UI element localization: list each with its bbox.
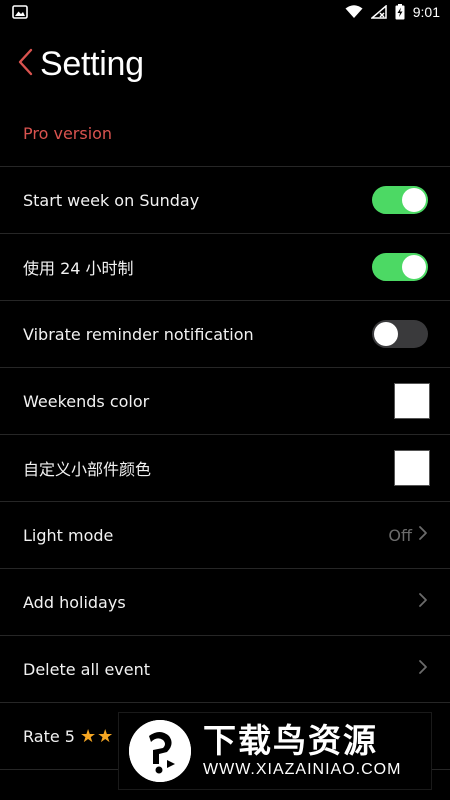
back-button[interactable]: [10, 40, 40, 88]
toggle-knob: [374, 322, 398, 346]
rate-text: Rate 5: [23, 726, 75, 746]
vibrate-label: Vibrate reminder notification: [23, 324, 254, 344]
chevron-right-icon: [418, 592, 428, 612]
watermark-cn: 下载鸟资源: [203, 721, 378, 760]
widget-color-row[interactable]: 自定义小部件颜色: [0, 435, 450, 502]
hour24-toggle[interactable]: [372, 253, 428, 281]
weekends-color-label: Weekends color: [23, 391, 150, 411]
add-holidays-label: Add holidays: [23, 592, 126, 612]
light-mode-row[interactable]: Light mode Off: [0, 502, 450, 569]
page-title: Setting: [40, 44, 144, 83]
hour24-label: 使用 24 小时制: [23, 259, 134, 278]
header: Setting: [0, 40, 144, 88]
settings-list: Pro version Start week on Sunday 使用 24 小…: [0, 100, 450, 770]
add-holidays-row[interactable]: Add holidays: [0, 569, 450, 636]
light-mode-value: Off: [388, 525, 412, 545]
bird-logo-icon: [129, 720, 191, 782]
start-week-toggle[interactable]: [372, 186, 428, 214]
pro-version-row[interactable]: Pro version: [0, 100, 450, 167]
chevron-right-icon: [418, 659, 428, 679]
widget-color-swatch[interactable]: [394, 450, 430, 486]
watermark-url: WWW.XIAZAINIAO.COM: [203, 761, 402, 778]
light-mode-label: Light mode: [23, 525, 114, 545]
no-signal-icon: [370, 5, 387, 19]
status-time: 9:01: [412, 4, 440, 20]
hour24-row: 使用 24 小时制: [0, 234, 450, 301]
pro-version-label: Pro version: [23, 123, 113, 143]
watermark-text: 下载鸟资源 WWW.XIAZAINIAO.COM: [203, 722, 401, 780]
delete-all-event-label: Delete all event: [23, 659, 151, 679]
weekends-color-swatch[interactable]: [394, 383, 430, 419]
vibrate-row: Vibrate reminder notification: [0, 301, 450, 368]
chevron-left-icon: [17, 48, 33, 80]
start-week-label: Start week on Sunday: [23, 190, 200, 210]
toggle-knob: [402, 255, 426, 279]
watermark-overlay: 下载鸟资源 WWW.XIAZAINIAO.COM: [118, 712, 432, 790]
status-bar: 9:01: [0, 0, 450, 24]
image-notification-icon: [12, 5, 28, 19]
delete-all-event-row[interactable]: Delete all event: [0, 636, 450, 703]
widget-color-label: 自定义小部件颜色: [23, 460, 152, 479]
star-icon: ★★: [80, 725, 115, 747]
start-week-row: Start week on Sunday: [0, 167, 450, 234]
vibrate-toggle[interactable]: [372, 320, 428, 348]
wifi-icon: [345, 5, 363, 19]
chevron-right-icon: [418, 525, 428, 545]
weekends-color-row[interactable]: Weekends color: [0, 368, 450, 435]
battery-charging-icon: [395, 4, 405, 20]
toggle-knob: [402, 188, 426, 212]
rate-label: Rate 5 ★★: [23, 726, 114, 747]
